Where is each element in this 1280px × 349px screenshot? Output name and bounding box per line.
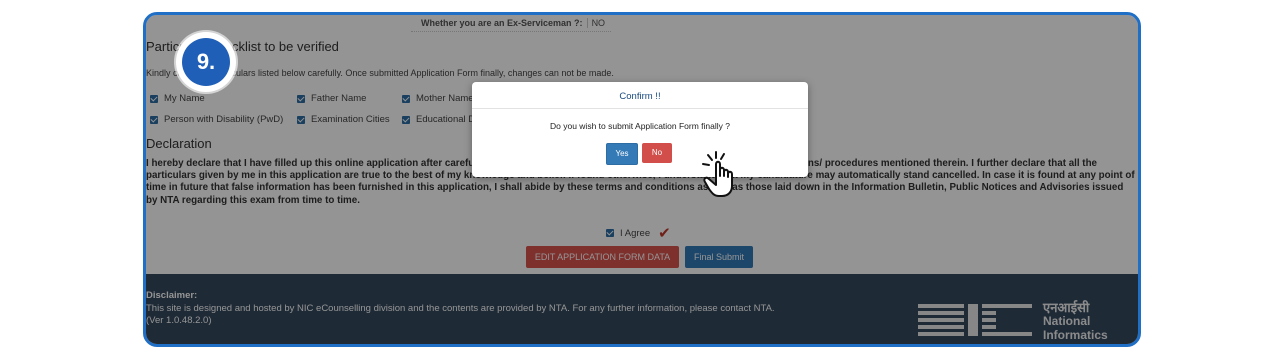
step-badge: 9. (176, 32, 236, 92)
screenshot-frame: Whether you are an Ex-Serviceman ?: NO Pa… (143, 12, 1141, 347)
yes-button[interactable]: Yes (606, 143, 638, 165)
confirm-dialog: Confirm !! Do you wish to submit Applica… (472, 82, 808, 177)
application-page: Whether you are an Ex-Serviceman ?: NO Pa… (146, 15, 1138, 344)
modal-backdrop (146, 15, 1138, 344)
dialog-divider (472, 108, 808, 109)
dialog-title: Confirm !! (619, 91, 661, 102)
no-button[interactable]: No (642, 143, 672, 163)
hand-pointer-icon (702, 151, 733, 197)
dialog-message: Do you wish to submit Application Form f… (550, 121, 730, 131)
step-number: 9. (182, 38, 230, 86)
